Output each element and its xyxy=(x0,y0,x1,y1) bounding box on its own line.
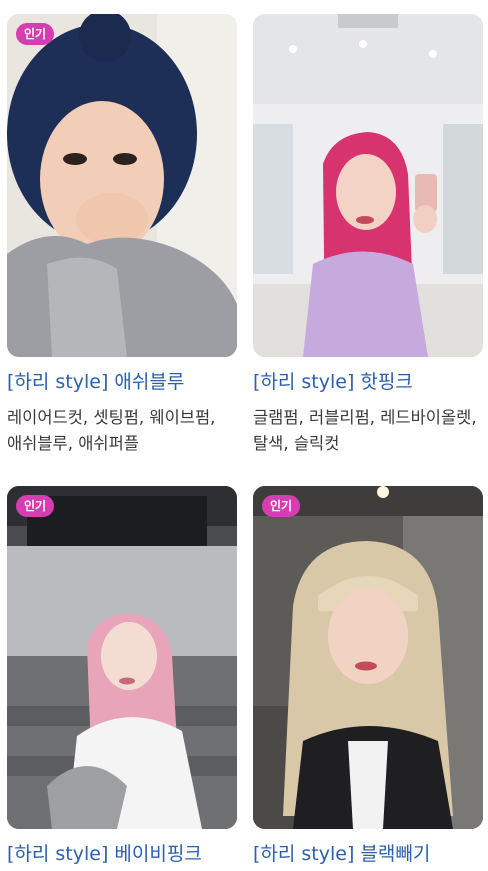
style-title[interactable]: [하리 style] 블랙빼기 xyxy=(253,841,483,867)
popular-badge: 인기 xyxy=(16,495,55,517)
style-tags: 글램펌, 러블리펌, 레드바이올렛, 탈색, 슬릭컷 xyxy=(253,408,477,453)
photo-baby-pink xyxy=(7,486,237,829)
style-photo[interactable] xyxy=(253,14,483,357)
style-title[interactable]: [하리 style] 애쉬블루 xyxy=(7,369,237,395)
popular-badge: 인기 xyxy=(262,495,301,517)
style-photo[interactable]: 인기 xyxy=(253,486,483,829)
photo-ash-blue xyxy=(7,14,237,357)
style-tags: 레이어드컷, 셋팅펌, 웨이브펌, 애쉬블루, 애쉬퍼플 xyxy=(7,408,216,453)
style-card-black-removal[interactable]: 인기 [하리 style] 블랙빼기 xyxy=(253,486,483,871)
style-card-baby-pink[interactable]: 인기 [하리 style] 베이비핑크 xyxy=(7,486,237,871)
photo-hot-pink xyxy=(253,14,483,357)
style-title[interactable]: [하리 style] 핫핑크 xyxy=(253,369,483,395)
style-photo[interactable]: 인기 xyxy=(7,486,237,829)
style-photo[interactable]: 인기 xyxy=(7,14,237,357)
popular-badge: 인기 xyxy=(16,23,55,45)
style-card-hot-pink[interactable]: [하리 style] 핫핑크 글램펌, 러블리펌, 레드바이올렛, 탈색, 슬릭… xyxy=(253,14,483,457)
style-card-ash-blue[interactable]: 인기 [하리 style] 애쉬블루 레이어드컷, 셋팅펌, 웨이브펌, 애쉬블… xyxy=(7,14,237,457)
photo-black-removal xyxy=(253,486,483,829)
style-title[interactable]: [하리 style] 베이비핑크 xyxy=(7,841,237,867)
style-grid: 인기 [하리 style] 애쉬블루 레이어드컷, 셋팅펌, 웨이브펌, 애쉬블… xyxy=(0,0,488,871)
